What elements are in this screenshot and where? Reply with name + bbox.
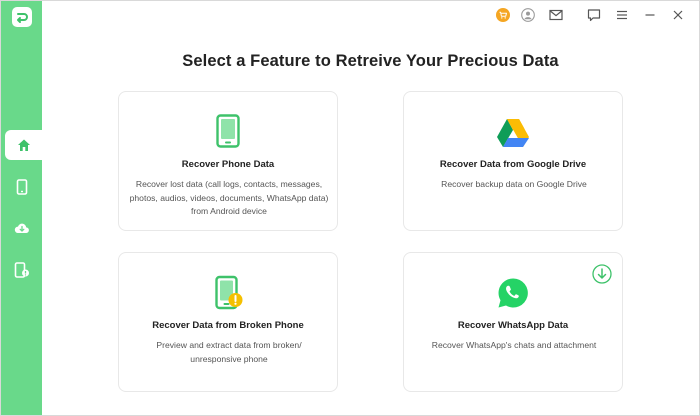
menu-icon	[617, 10, 627, 20]
logo-icon	[17, 13, 28, 23]
mail-icon	[549, 9, 563, 21]
google-drive-icon	[497, 119, 529, 147]
menu-button[interactable]	[613, 6, 631, 24]
card-description: Recover WhatsApp's chats and attachment	[431, 340, 597, 350]
sidebar-item-broken-phone[interactable]	[1, 255, 42, 285]
close-icon	[673, 10, 683, 20]
recover-whatsapp-card[interactable]: Recover WhatsApp Data Recover WhatsApp's…	[403, 252, 623, 392]
whatsapp-icon	[498, 278, 528, 308]
phone-icon	[16, 179, 27, 195]
recover-phone-data-card[interactable]: Recover Phone Data Recover lost data (ca…	[118, 91, 338, 231]
sidebar-item-phone[interactable]	[1, 172, 42, 202]
sidebar-item-home[interactable]	[5, 130, 42, 160]
card-title: Recover Data from Broken Phone	[152, 320, 304, 331]
card-title: Recover Phone Data	[181, 159, 275, 170]
sidebar-item-cloud[interactable]	[1, 213, 42, 243]
phone-icon	[216, 114, 240, 148]
account-icon	[521, 8, 535, 22]
mail-button[interactable]	[547, 6, 565, 24]
feedback-button[interactable]	[585, 6, 603, 24]
feedback-icon	[587, 9, 601, 22]
broken-phone-icon	[215, 275, 243, 310]
sidebar	[1, 1, 42, 415]
close-button[interactable]	[669, 6, 687, 24]
card-description: Recover backup data on Google Drive	[441, 179, 587, 189]
account-button[interactable]	[519, 6, 537, 24]
broken-phone-icon	[14, 262, 29, 278]
card-title: Recover Data from Google Drive	[439, 159, 587, 170]
card-description: Recover lost data (call logs, contacts, …	[129, 179, 329, 216]
home-icon	[17, 139, 30, 151]
recover-google-drive-card[interactable]: Recover Data from Google Drive Recover b…	[403, 91, 623, 231]
card-description: Preview and extract data from broken/ un…	[156, 340, 302, 364]
minimize-button[interactable]	[641, 6, 659, 24]
page-title: Select a Feature to Retreive Your Precio…	[182, 52, 559, 70]
cart-icon	[496, 8, 510, 22]
card-title: Recover WhatsApp Data	[457, 320, 569, 331]
minimize-icon	[645, 14, 655, 16]
app-logo	[12, 7, 32, 27]
app-window: Select a Feature to Retreive Your Precio…	[0, 0, 700, 416]
cloud-icon	[14, 223, 29, 234]
recover-broken-phone-card[interactable]: Recover Data from Broken Phone Preview a…	[118, 252, 338, 392]
cart-button[interactable]	[494, 6, 512, 24]
